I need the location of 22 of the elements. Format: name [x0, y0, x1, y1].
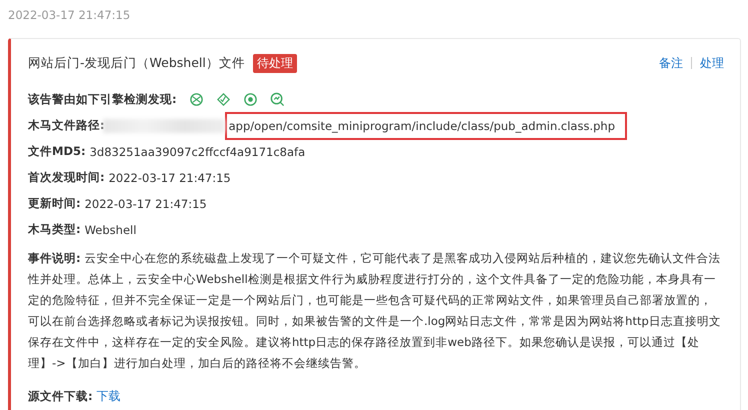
alert-title: 网站后门-发现后门（Webshell）文件	[28, 54, 245, 72]
diamond-check-icon	[216, 92, 231, 107]
field-label: 木马类型:	[28, 222, 81, 237]
field-label: 源文件下载:	[28, 389, 93, 404]
action-link[interactable]: 处理	[700, 54, 724, 72]
engines-label: 该告警由如下引擎检测发现:	[28, 92, 177, 107]
status-badge: 待处理	[252, 54, 297, 72]
field-label: 文件MD5:	[28, 144, 86, 159]
event-description: 事件说明: 云安全中心在您的系统磁盘上发现了一个可疑文件，它可能代表了是黑客成功入侵网站后种植的，建议您先确认文件合法性并处理。总体上，云安全中心Webshell检测是根据文件行为威胁程度进行打分的，这个文件具备了一定的危险功能，本身具有一定的危险特征，但并不完全保证一定是一个网站后门，也可能是一些包含可疑代码的正常网站文件，如果管理员自己部署放置的，可以在前台选择忽略或者标记为误报按钮。同时，如果被告警的文件是一个.log网站日志文件，常常是因为网站将http日志直接明文保存在文件中，这样存在一定的安全风险。建议将http日志的保存路径放置到非web路径下。如果您确认是误报，可以通过【处理】->【加白】进行加白处理，加白后的路径将不会继续告警。	[28, 250, 722, 372]
field-label: 木马文件路径:	[28, 118, 105, 133]
field-value: 2022-03-17 21:47:15	[84, 196, 207, 210]
field-value: 2022-03-17 21:47:15	[108, 170, 231, 184]
file-path: app/open/comsite_miniprogram/include/class/pub_admin.class.php	[224, 112, 628, 140]
field-value: 3d83251aa39097c2ffccf4a9171c8afa	[90, 144, 306, 158]
search-chart-icon	[270, 92, 285, 107]
field-label: 首次发现时间:	[28, 170, 105, 185]
target-icon	[242, 92, 258, 107]
action-link[interactable]: 备注	[659, 54, 683, 72]
timestamp: 2022-03-17 21:47:15	[8, 8, 132, 24]
field-value: Webshell	[84, 222, 136, 236]
download-link[interactable]: 下载	[96, 388, 121, 405]
field-label: 更新时间:	[28, 196, 81, 211]
